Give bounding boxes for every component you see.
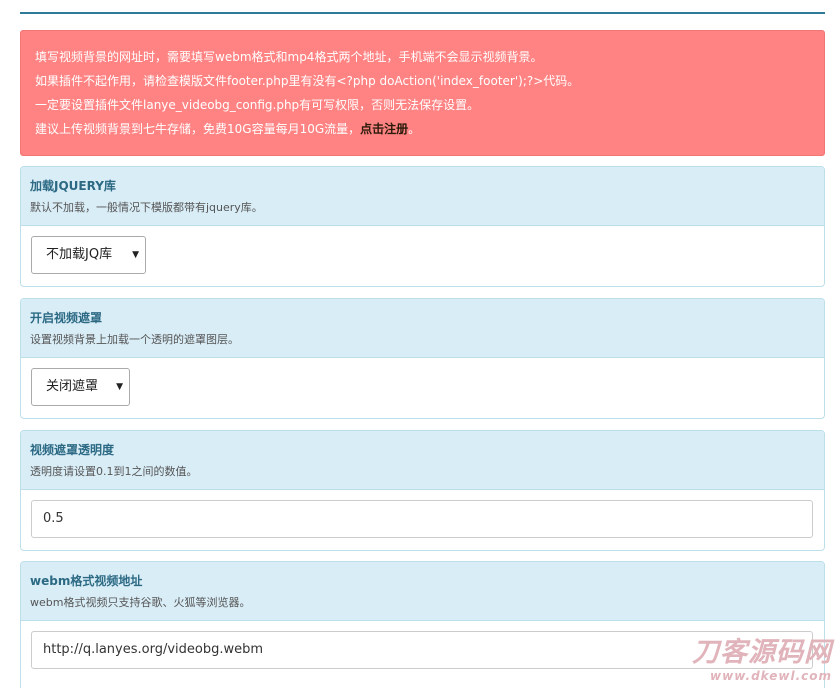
notice-line-4: 建议上传视频背景到七牛存储，免费10G容量每月10G流量，点击注册。 — [35, 117, 824, 141]
opacity-setting-body: 0.5 — [21, 490, 824, 550]
notice-line-3: 一定要设置插件文件lanye_videobg_config.php有可写权限，否… — [35, 93, 824, 117]
jquery-select-value: 不加载JQ库 — [46, 247, 112, 262]
opacity-setting-header: 视频遮罩透明度 透明度请设置0.1到1之间的数值。 — [21, 431, 824, 490]
webm-url-input[interactable]: http://q.lanyes.org/videobg.webm — [31, 631, 813, 669]
jquery-select[interactable]: 不加载JQ库 ▼ — [31, 236, 146, 274]
notice-line-2: 如果插件不起作用，请检查模版文件footer.php里有没有<?php doAc… — [35, 69, 824, 93]
notice-box: 填写视频背景的网址时，需要填写webm格式和mp4格式两个地址，手机端不会显示视… — [20, 30, 825, 156]
webm-setting-desc: webm格式视频只支持谷歌、火狐等浏览器。 — [30, 595, 824, 611]
chevron-down-icon: ▼ — [116, 369, 123, 405]
webm-setting-header: webm格式视频地址 webm格式视频只支持谷歌、火狐等浏览器。 — [21, 562, 824, 621]
webm-setting-title: webm格式视频地址 — [30, 573, 824, 589]
opacity-setting-panel: 视频遮罩透明度 透明度请设置0.1到1之间的数值。 0.5 — [20, 430, 825, 551]
notice-line-4-text: 建议上传视频背景到七牛存储，免费10G容量每月10G流量， — [35, 122, 360, 136]
mask-select-value: 关闭遮罩 — [46, 379, 98, 394]
jquery-setting-desc: 默认不加载，一般情况下模版都带有jquery库。 — [30, 200, 824, 216]
notice-line-4-suffix: 。 — [408, 122, 420, 136]
jquery-setting-header: 加载JQUERY库 默认不加载，一般情况下模版都带有jquery库。 — [21, 167, 824, 226]
webm-setting-body: http://q.lanyes.org/videobg.webm — [21, 621, 824, 681]
opacity-input[interactable]: 0.5 — [31, 500, 813, 538]
opacity-setting-desc: 透明度请设置0.1到1之间的数值。 — [30, 464, 824, 480]
mask-setting-desc: 设置视频背景上加载一个透明的遮罩图层。 — [30, 332, 824, 348]
top-divider — [20, 12, 825, 14]
mask-setting-header: 开启视频遮罩 设置视频背景上加载一个透明的遮罩图层。 — [21, 299, 824, 358]
jquery-setting-title: 加载JQUERY库 — [30, 178, 824, 194]
mask-setting-title: 开启视频遮罩 — [30, 310, 824, 326]
mask-select[interactable]: 关闭遮罩 ▼ — [31, 368, 130, 406]
plugin-settings-page: 填写视频背景的网址时，需要填写webm格式和mp4格式两个地址，手机端不会显示视… — [0, 0, 840, 688]
notice-line-1: 填写视频背景的网址时，需要填写webm格式和mp4格式两个地址，手机端不会显示视… — [35, 45, 824, 69]
webm-setting-panel: webm格式视频地址 webm格式视频只支持谷歌、火狐等浏览器。 http://… — [20, 561, 825, 688]
mask-setting-body: 关闭遮罩 ▼ — [21, 358, 824, 418]
opacity-setting-title: 视频遮罩透明度 — [30, 442, 824, 458]
mask-setting-panel: 开启视频遮罩 设置视频背景上加载一个透明的遮罩图层。 关闭遮罩 ▼ — [20, 298, 825, 419]
chevron-down-icon: ▼ — [132, 237, 139, 273]
register-link[interactable]: 点击注册 — [360, 122, 408, 136]
jquery-setting-body: 不加载JQ库 ▼ — [21, 226, 824, 286]
jquery-setting-panel: 加载JQUERY库 默认不加载，一般情况下模版都带有jquery库。 不加载JQ… — [20, 166, 825, 287]
